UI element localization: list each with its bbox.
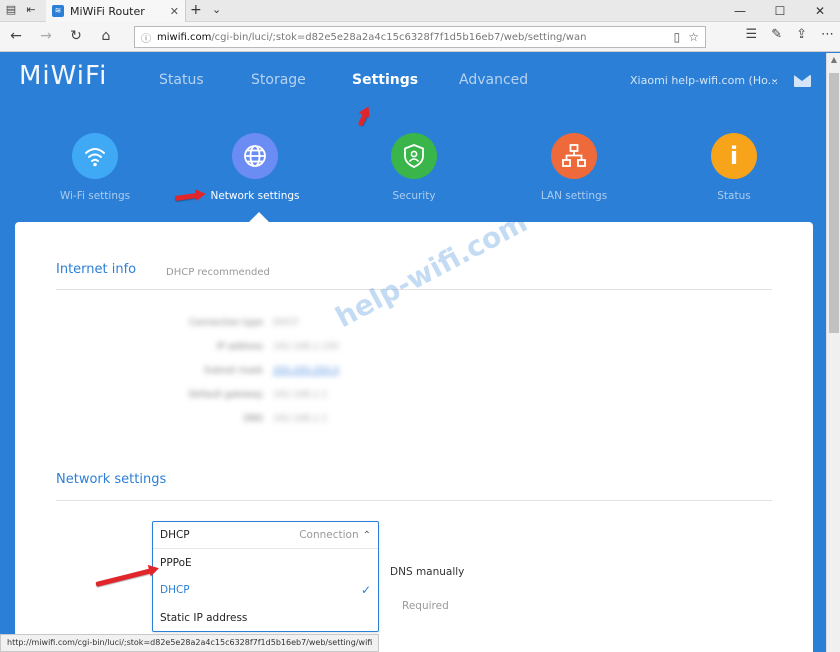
info-row-connection-type: Connection type DHCP [175,318,298,328]
new-tab-icon[interactable]: + [190,2,202,18]
active-tab-pointer [249,212,269,222]
mail-icon[interactable] [794,75,811,87]
forward-icon[interactable]: → [36,28,56,44]
category-network-settings[interactable]: Network settings [195,133,315,202]
link-status-bar: http://miwifi.com/cgi-bin/luci/;stok=d82… [0,634,380,652]
url-path: /cgi-bin/luci/;stok=d82e5e28a2a4c15c6328… [211,31,587,43]
share-icon[interactable]: ⇪ [796,27,807,42]
back-icon[interactable]: ← [6,28,26,44]
browser-tab-bar: ▤ ⇤ ≋ MiWiFi Router ✕ + ⌄ — ☐ ✕ [0,0,840,22]
info-icon: i [711,133,757,179]
option-label: DHCP [160,584,190,597]
miwifi-logo: MiWiFi [19,61,108,91]
info-value: DHCP [273,318,299,328]
page-info-icon[interactable]: ⓘ [141,30,151,45]
network-settings-title: Network settings [56,472,167,487]
reading-view-icon[interactable]: ▯ [674,30,681,44]
more-icon[interactable]: ⋯ [821,27,834,42]
wifi-icon [72,133,118,179]
chevron-down-icon[interactable]: ⌄ [212,3,221,16]
info-value: 192.168.1.1 [273,414,328,424]
info-key: Connection type [189,318,263,328]
category-label: Status [717,190,751,202]
nav-settings[interactable]: Settings [352,72,418,88]
option-static-ip[interactable]: Static IP address [153,604,378,632]
close-window-icon[interactable]: ✕ [800,0,840,22]
info-value: 192.168.1.1 [273,390,328,400]
set-aside-tabs-icon[interactable]: ⇤ [24,3,38,17]
favorites-hub-icon[interactable]: ☰ [746,27,758,42]
globe-icon [232,133,278,179]
annotation-arrow-settings [357,111,369,127]
category-status[interactable]: i Status [674,133,794,202]
maximize-icon[interactable]: ☐ [760,0,800,22]
info-key: IP address [216,342,263,352]
chevron-down-icon[interactable]: ⌄ [770,72,779,85]
minimize-icon[interactable]: — [720,0,760,22]
dhcp-recommended-note: DHCP recommended [166,267,270,278]
dropdown-hint: Connection [299,529,359,541]
nav-advanced[interactable]: Advanced [459,72,528,88]
info-key: Default gateway [188,390,263,400]
info-value[interactable]: 255.255.255.0 [273,366,339,376]
window-controls: — ☐ ✕ [720,0,840,22]
favorite-star-icon[interactable]: ☆ [688,30,699,44]
scroll-thumb[interactable] [829,73,839,333]
connection-type-dropdown[interactable]: DHCP Connection ⌃ PPPoE DHCP ✓ Static IP… [152,521,379,632]
address-bar[interactable]: ⓘ miwifi.com /cgi-bin/luci/;stok=d82e5e2… [134,26,706,48]
category-label: Network settings [210,190,300,202]
checkmark-icon: ✓ [360,583,371,598]
browser-toolbar: ☰ ✎ ⇪ ⋯ [746,27,834,42]
chevron-up-icon: ⌃ [362,529,371,541]
account-name[interactable]: Xiaomi help-wifi.com (Ho... [630,74,778,87]
nav-status[interactable]: Status [159,72,204,88]
close-tab-icon[interactable]: ✕ [170,5,179,18]
page-scrollbar[interactable]: ▲ [826,53,840,652]
category-label: LAN settings [540,190,608,202]
browser-tab[interactable]: ≋ MiWiFi Router ✕ [46,0,186,22]
info-key: Subnet mask [204,366,263,376]
option-label: Static IP address [160,611,248,624]
internet-info-title: Internet info [56,262,137,277]
router-page: MiWiFi Status Storage Settings Advanced … [0,53,826,652]
tab-manager-icon[interactable]: ▤ [4,3,18,17]
category-label: Wi-Fi settings [59,190,131,202]
browser-nav-bar: ← → ↻ ⌂ ⓘ miwifi.com /cgi-bin/luci/;stok… [0,22,840,52]
required-label: Required [402,600,449,612]
category-wifi-settings[interactable]: Wi-Fi settings [35,133,155,202]
url-host: miwifi.com [157,31,212,43]
tab-title: MiWiFi Router [70,4,145,18]
shield-icon [391,133,437,179]
info-row-ip-address: IP address 192.168.1.100 [175,342,339,352]
info-value: 192.168.1.100 [273,342,339,352]
annotation-arrow-network [174,192,200,201]
dropdown-header[interactable]: DHCP Connection ⌃ [153,522,378,549]
pen-icon[interactable]: ✎ [771,27,782,42]
category-lan-settings[interactable]: LAN settings [514,133,634,202]
wifi-favicon-icon: ≋ [52,5,64,17]
option-pppoe[interactable]: PPPoE [153,549,378,577]
info-row-subnet-mask: Subnet mask 255.255.255.0 [175,366,339,376]
nav-storage[interactable]: Storage [251,72,306,88]
home-icon[interactable]: ⌂ [96,28,116,44]
option-label: PPPoE [160,556,192,569]
refresh-icon[interactable]: ↻ [66,28,86,44]
info-row-default-gateway: Default gateway 192.168.1.1 [175,390,328,400]
info-row-dns: DNS 192.168.1.1 [175,414,328,424]
category-label: Security [392,190,436,202]
divider [56,500,772,501]
scroll-up-icon[interactable]: ▲ [827,55,840,64]
option-dhcp[interactable]: DHCP ✓ [153,577,378,605]
category-security[interactable]: Security [354,133,474,202]
dns-manually-label: DNS manually [390,566,465,578]
network-icon [551,133,597,179]
tab-actions: ▤ ⇤ [4,3,38,17]
dropdown-value: DHCP [160,529,190,541]
info-key: DNS [243,414,263,424]
